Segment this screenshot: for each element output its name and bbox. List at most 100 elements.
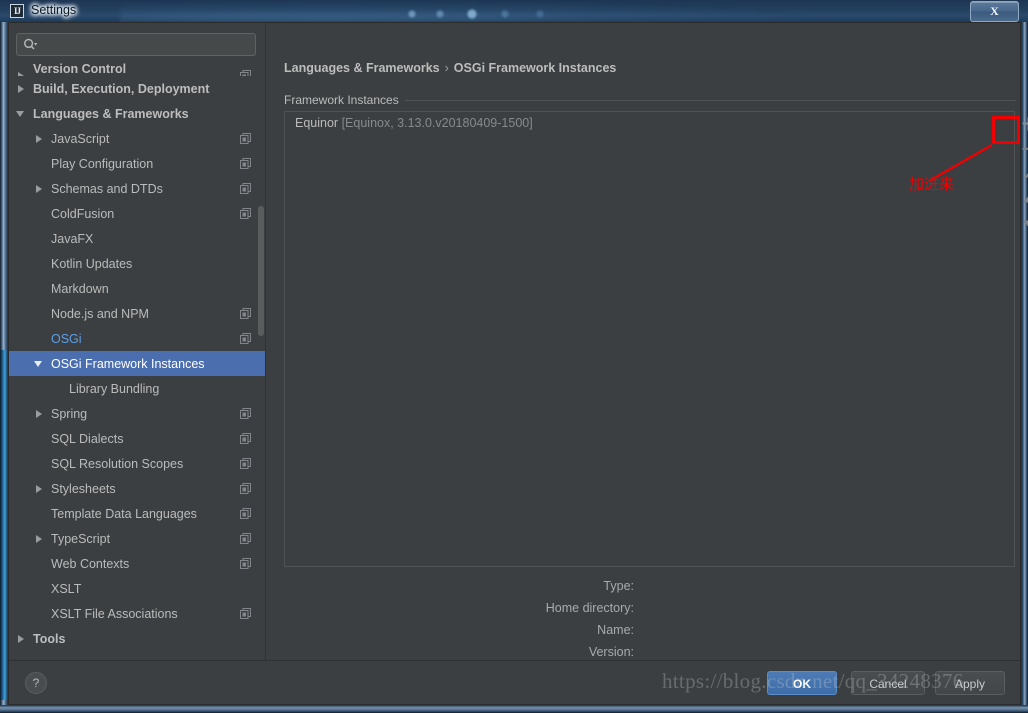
triangle-up-icon (1023, 195, 1028, 202)
sidebar-item-template-data-languages[interactable]: Template Data Languages (9, 501, 265, 526)
sidebar-item-xslt[interactable]: XSLT (9, 576, 265, 601)
sidebar-scrollbar[interactable] (258, 206, 264, 336)
detail-label: Type: (603, 579, 634, 593)
triangle-down-icon (1023, 220, 1028, 227)
copy-settings-icon (240, 158, 251, 169)
plus-icon (1022, 117, 1028, 130)
chevron-down-icon[interactable] (15, 101, 29, 126)
sidebar-item-label: Stylesheets (51, 482, 116, 496)
sidebar-item-javafx[interactable]: JavaFX (9, 226, 265, 251)
instance-detail: [Equinox, 3.13.0.v20180409-1500] (341, 116, 533, 130)
annotation-highlight-box (992, 116, 1020, 144)
sidebar-item-label: SQL Resolution Scopes (51, 457, 184, 471)
sidebar-item-osgi[interactable]: OSGi (9, 326, 265, 351)
detail-value (640, 575, 1024, 597)
sidebar-item-label: Markdown (51, 282, 109, 296)
sidebar-item-label: Node.js and NPM (51, 307, 149, 321)
title-bar: IJ Settings X (0, 0, 1028, 22)
sidebar-item-sql-resolution-scopes[interactable]: SQL Resolution Scopes (9, 451, 265, 476)
sidebar-item-play-configuration[interactable]: Play Configuration (9, 151, 265, 176)
detail-label: Name: (597, 623, 634, 637)
chevron-right-icon[interactable] (15, 76, 29, 101)
sidebar-item-label: Kotlin Updates (51, 257, 133, 271)
breadcrumb: Languages & Frameworks › OSGi Framework In… (284, 61, 616, 75)
settings-sidebar: Version Control Build, Execution, Deploym… (9, 23, 265, 660)
chevron-right-icon[interactable] (33, 126, 47, 151)
chevron-right-icon[interactable] (15, 63, 29, 76)
sidebar-item-label: JavaFX (51, 232, 94, 246)
sidebar-item-stylesheets[interactable]: Stylesheets (9, 476, 265, 501)
sidebar-item-tools[interactable]: Tools (9, 626, 265, 651)
sidebar-item-library-bundling[interactable]: Library Bundling (9, 376, 265, 401)
close-icon[interactable]: X (970, 1, 1019, 22)
sidebar-item-label: Tools (33, 632, 66, 646)
sidebar-item-label: ColdFusion (51, 207, 115, 221)
sidebar-item-label: Schemas and DTDs (51, 182, 163, 196)
copy-settings-icon (240, 608, 251, 619)
sidebar-item-label: Build, Execution, Deployment (33, 82, 210, 96)
search-icon (23, 38, 37, 50)
move-up-button[interactable] (1018, 186, 1028, 211)
detail-row: Home directory: (284, 597, 1024, 619)
settings-tree[interactable]: Version Control Build, Execution, Deploym… (9, 63, 265, 660)
annotation-label: 加进来 (909, 175, 955, 193)
breadcrumb-current: OSGi Framework Instances (453, 61, 617, 75)
sidebar-item-web-contexts[interactable]: Web Contexts (9, 551, 265, 576)
settings-content-panel: Languages & Frameworks › OSGi Framework In… (266, 23, 1028, 660)
sidebar-item-node-js-and-npm[interactable]: Node.js and NPM (9, 301, 265, 326)
copy-settings-icon (240, 308, 251, 319)
list-item[interactable]: Equinor [Equinox, 3.13.0.v20180409-1500] (285, 112, 1014, 134)
sidebar-item-label: OSGi Framework Instances (51, 357, 205, 371)
pencil-icon (1024, 172, 1028, 179)
sidebar-item-label: Template Data Languages (51, 507, 197, 521)
detail-row: Type: (284, 575, 1024, 597)
sidebar-item-label: Play Configuration (51, 157, 154, 171)
edit-button[interactable] (1018, 161, 1028, 186)
copy-settings-icon (240, 408, 251, 419)
title-bar-glow-dots (400, 8, 620, 20)
copy-settings-icon (240, 483, 251, 494)
move-down-button[interactable] (1018, 211, 1028, 236)
sidebar-item-markdown[interactable]: Markdown (9, 276, 265, 301)
search-input[interactable] (43, 36, 247, 52)
sidebar-item-spring[interactable]: Spring (9, 401, 265, 426)
sidebar-item-kotlin-updates[interactable]: Kotlin Updates (9, 251, 265, 276)
sidebar-item-osgi-framework-instances[interactable]: OSGi Framework Instances (9, 351, 265, 376)
window-border-bottom (0, 705, 1028, 713)
copy-settings-icon (240, 508, 251, 519)
sidebar-item-typescript[interactable]: TypeScript (9, 526, 265, 551)
sidebar-item-schemas-and-dtds[interactable]: Schemas and DTDs (9, 176, 265, 201)
sidebar-item-version-control[interactable]: Version Control (9, 63, 265, 76)
sidebar-item-label: Spring (51, 407, 88, 421)
sidebar-item-label: Version Control (33, 63, 127, 76)
chevron-right-icon[interactable] (15, 626, 29, 651)
chevron-right-icon[interactable] (33, 526, 47, 551)
detail-value (640, 597, 1024, 619)
copy-settings-icon (240, 183, 251, 194)
sidebar-item-sql-dialects[interactable]: SQL Dialects (9, 426, 265, 451)
detail-row: Name: (284, 619, 1024, 641)
breadcrumb-parent[interactable]: Languages & Frameworks (284, 61, 440, 75)
search-field[interactable] (16, 33, 256, 56)
chevron-right-icon[interactable] (33, 176, 47, 201)
copy-settings-icon (240, 433, 251, 444)
sidebar-item-label: XSLT (51, 582, 82, 596)
settings-dialog: Version Control Build, Execution, Deploym… (8, 22, 1028, 705)
sidebar-item-label: OSGi (51, 332, 82, 346)
chevron-down-icon[interactable] (33, 351, 47, 376)
sidebar-item-label: TypeScript (51, 532, 111, 546)
framework-instances-list[interactable]: Equinor [Equinox, 3.13.0.v20180409-1500] (284, 111, 1015, 567)
sidebar-item-coldfusion[interactable]: ColdFusion (9, 201, 265, 226)
window-title: Settings (31, 3, 77, 17)
sidebar-item-build-execution-deployment[interactable]: Build, Execution, Deployment (9, 76, 265, 101)
sidebar-item-xslt-file-associations[interactable]: XSLT File Associations (9, 601, 265, 626)
sidebar-item-label: XSLT File Associations (51, 607, 178, 621)
chevron-right-icon[interactable] (33, 401, 47, 426)
chevron-right-icon[interactable] (33, 476, 47, 501)
window-border-left-glow (0, 350, 8, 700)
help-button[interactable]: ? (25, 672, 47, 694)
copy-settings-icon (240, 133, 251, 144)
settings-window: IJ Settings X Version Control Build, Exec… (0, 0, 1028, 713)
sidebar-item-javascript[interactable]: JavaScript (9, 126, 265, 151)
sidebar-item-languages-frameworks[interactable]: Languages & Frameworks (9, 101, 265, 126)
